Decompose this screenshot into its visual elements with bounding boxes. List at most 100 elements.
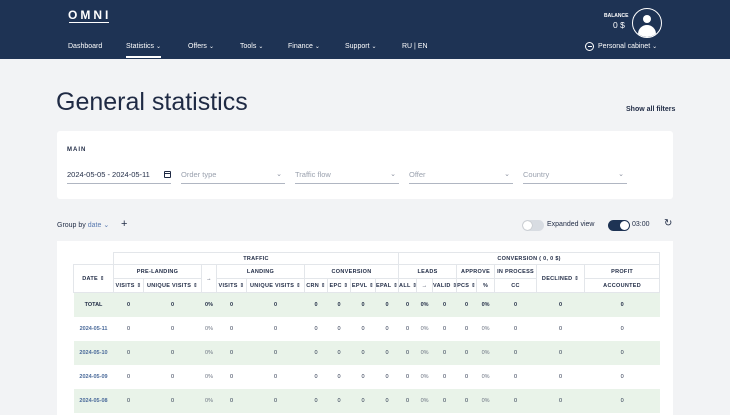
table-cell: 0 xyxy=(216,292,247,317)
nav-offers[interactable]: Offers ⌄ xyxy=(188,43,214,50)
date-column-header[interactable]: DATE ⇕ xyxy=(73,264,114,293)
nav-support[interactable]: Support ⌄ xyxy=(345,43,377,50)
chevron-down-icon: ⌄ xyxy=(504,171,510,178)
table-cell: 0 xyxy=(126,373,131,380)
user-avatar-icon[interactable] xyxy=(632,8,662,38)
filters-section-title: MAIN xyxy=(67,147,87,153)
date-range-picker[interactable]: 2024-05-05 - 2024-05-11 xyxy=(67,168,171,184)
sort-header[interactable]: EPVL ⇕ xyxy=(350,278,376,293)
table-cell: 0% xyxy=(205,373,213,380)
table-cell: 0 xyxy=(559,373,563,380)
table-cell: 0% xyxy=(205,325,213,332)
traffic-group-header: TRAFFIC xyxy=(112,252,400,265)
sort-header[interactable]: VISITS ⇕ xyxy=(216,278,247,293)
show-all-filters-link[interactable]: Show all filters xyxy=(626,106,675,113)
table-cell: 0% xyxy=(201,340,217,365)
table-cell: 0 xyxy=(456,388,477,413)
sort-header[interactable]: CRN ⇕ xyxy=(304,278,328,293)
table-cell: 0% xyxy=(416,388,433,413)
table-cell: 0 xyxy=(143,388,202,413)
language-switcher[interactable]: RU | EN xyxy=(402,43,428,50)
sort-header[interactable]: UNIQUE VISITS ⇕ xyxy=(143,278,202,293)
table-cell: 0 xyxy=(494,388,537,413)
table-cell: 0 xyxy=(432,340,457,365)
group-by-control[interactable]: Group by date ⌄ xyxy=(57,221,109,229)
conversion-group-header: CONVERSION ( 0, 0 $) xyxy=(398,252,661,265)
nav-offers-label: Offers xyxy=(188,43,207,50)
table-cell: 0 xyxy=(246,388,305,413)
calendar-icon xyxy=(164,171,171,178)
table-cell: 0 xyxy=(304,388,328,413)
country-select[interactable]: Country ⌄ xyxy=(523,168,627,184)
table-cell: 0 xyxy=(584,388,660,413)
nav-tools[interactable]: Tools ⌄ xyxy=(240,43,263,50)
nav-statistics-label: Statistics xyxy=(126,43,155,50)
sort-header[interactable]: EPC ⇕ xyxy=(327,278,351,293)
sort-header[interactable]: ALL ⇕ xyxy=(398,278,418,293)
date-cell: 2024-05-11 xyxy=(79,325,108,332)
nav-dashboard[interactable]: Dashboard xyxy=(68,43,102,50)
table-cell: 0% xyxy=(416,292,433,317)
table-cell: 0 xyxy=(620,325,624,332)
declined-header[interactable]: DECLINED ⇕ xyxy=(536,264,586,293)
table-cell: 0 xyxy=(327,388,351,413)
table-cell: 0 xyxy=(385,325,389,332)
date-cell: TOTAL xyxy=(73,292,114,317)
nav-statistics[interactable]: Statistics ⌄ xyxy=(126,43,162,58)
table-cell: 0 xyxy=(350,292,376,317)
timezone-toggle[interactable] xyxy=(608,220,630,231)
add-group-icon[interactable]: + xyxy=(121,218,127,230)
cc-subheader: CC xyxy=(494,278,538,293)
nav-support-label: Support xyxy=(345,43,370,50)
traffic-flow-select[interactable]: Traffic flow ⌄ xyxy=(295,168,399,184)
table-cell: 0 xyxy=(327,340,351,365)
statistics-table-card: TRAFFIC CONVERSION ( 0, 0 $) DATE ⇕ PRE-… xyxy=(57,241,673,415)
expanded-view-toggle[interactable] xyxy=(522,220,544,231)
table-cell: 0 xyxy=(443,373,447,380)
expanded-view-label: Expanded view xyxy=(547,221,595,228)
chevron-down-icon: ⌄ xyxy=(276,171,282,178)
percent-subheader: % xyxy=(476,278,496,293)
arrow-column-header: → xyxy=(201,264,217,293)
nav-finance[interactable]: Finance ⌄ xyxy=(288,43,320,50)
date-cell: 2024-05-08 xyxy=(73,388,114,413)
table-cell: 0% xyxy=(416,340,433,365)
chevron-down-icon: ⌄ xyxy=(208,44,214,50)
table-row: 2024-05-10 0 0 0% 0 0 0 0 0 0 0 0% 0 0 0% 0 0 0 xyxy=(73,340,660,365)
refresh-icon[interactable]: ↻ xyxy=(664,218,672,229)
sort-header[interactable]: PCS ⇕ xyxy=(456,278,478,293)
group-by-label: Group by xyxy=(57,222,86,229)
filters-card: MAIN 2024-05-05 - 2024-05-11 Order type … xyxy=(57,131,673,199)
personal-cabinet-menu[interactable]: Personal cabinet ⌄ xyxy=(598,43,657,50)
table-cell: 0 xyxy=(584,292,660,317)
table-cell: 0 xyxy=(143,292,202,317)
order-type-select[interactable]: Order type ⌄ xyxy=(181,168,285,184)
table-cell: 0 xyxy=(514,373,518,380)
sort-header[interactable]: VISITS ⇕ xyxy=(113,278,144,293)
landing-header: LANDING xyxy=(216,264,305,279)
table-cell: 0 xyxy=(216,388,247,413)
table-cell: 0% xyxy=(481,325,490,332)
omni-logo[interactable]: OMNI xyxy=(68,8,111,22)
sort-header[interactable]: UNIQUE VISITS ⇕ xyxy=(246,278,305,293)
table-cell: 0% xyxy=(476,388,495,413)
table-cell: 0 xyxy=(494,340,537,365)
chevron-down-icon: ⌄ xyxy=(652,44,658,50)
arrow-subheader: → xyxy=(416,278,434,293)
table-cell: 0 xyxy=(406,373,410,380)
table-cell: 0% xyxy=(201,292,217,317)
table-cell: 0 xyxy=(314,325,318,332)
nav-finance-label: Finance xyxy=(288,43,313,50)
sort-header[interactable]: EPAL ⇕ xyxy=(374,278,400,293)
table-cell: 0 xyxy=(406,325,410,332)
table-cell: 0 xyxy=(432,388,457,413)
offer-select[interactable]: Offer ⌄ xyxy=(409,168,513,184)
sort-header[interactable]: VALID ⇕ xyxy=(432,278,458,293)
table-row: 2024-05-09 0 0 0% 0 0 0 0 0 0 0 0% 0 0 0% 0 0 0 xyxy=(74,365,660,389)
table-cell: 0 xyxy=(465,373,469,380)
table-cell: 0 xyxy=(514,325,518,332)
table-cell: 0% xyxy=(420,373,429,380)
total-row: TOTAL 0 0 0% 0 0 0 0 0 0 0 0% 0 0 0% 0 0 0 xyxy=(73,292,660,317)
table-body: TOTAL 0 0 0% 0 0 0 0 0 0 0 0% 0 0 0% 0 0 0 2024-05-11 0 0 0% 0… xyxy=(73,292,660,413)
order-type-placeholder: Order type xyxy=(181,170,217,179)
